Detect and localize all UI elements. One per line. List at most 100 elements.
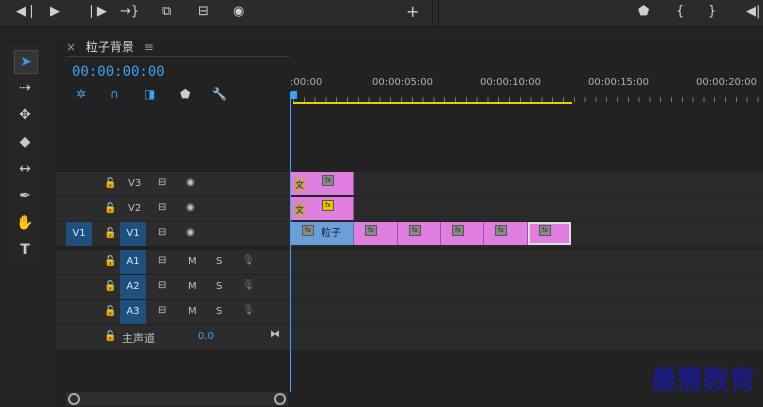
lane-master[interactable] <box>291 324 763 350</box>
clip-v1-particles[interactable]: fx 粒子 <box>291 222 354 245</box>
expand-icon[interactable]: ⧓ <box>270 329 280 340</box>
mute-button[interactable]: M <box>188 306 197 317</box>
slip-tool-icon[interactable]: ↔ <box>14 158 36 180</box>
clip-v2[interactable]: 文 fx <box>291 197 354 220</box>
selection-tool-icon[interactable]: ➤ <box>14 50 38 74</box>
fx-badge: fx <box>302 225 314 236</box>
lane-a3[interactable] <box>291 299 763 325</box>
track-target-a1[interactable]: A1 <box>120 250 146 274</box>
master-label: 主声道 <box>122 332 155 345</box>
lane-v2[interactable] <box>291 196 763 221</box>
sync-icon[interactable]: ⊟ <box>158 255 166 266</box>
hand-tool-icon[interactable]: ✋ <box>14 212 36 234</box>
lock-icon[interactable]: 🔓 <box>104 228 116 239</box>
track-select-tool-icon[interactable]: ⇢ <box>14 77 36 99</box>
mic-icon[interactable]: 🎙 <box>242 305 255 316</box>
ruler-label: 00:00:15:00 <box>588 77 650 88</box>
track-header-master: 🔓 主声道 0.0 ⧓ <box>56 325 290 349</box>
work-area-bar[interactable] <box>293 102 572 104</box>
go-to-in-icon[interactable]: ◀| <box>746 3 760 21</box>
ripple-edit-tool-icon[interactable]: ✥ <box>14 104 36 126</box>
lock-icon[interactable]: 🔓 <box>104 306 116 317</box>
track-target-a2[interactable]: A2 <box>120 275 146 299</box>
clip-v1[interactable]: fx <box>354 222 398 245</box>
panel-menu-icon[interactable]: ≡ <box>144 40 154 54</box>
mic-icon[interactable]: 🎙 <box>242 280 255 291</box>
clip-v3[interactable]: 文 fx <box>291 172 354 195</box>
step-back-icon[interactable]: ◀❘ <box>16 3 37 21</box>
eye-icon[interactable]: ◉ <box>186 202 195 213</box>
time-ruler[interactable]: :00:00 00:00:05:00 00:00:10:00 00:00:15:… <box>290 70 763 106</box>
clip-v1[interactable]: fx <box>484 222 528 245</box>
settings-wrench-icon[interactable]: 🔧 <box>212 87 227 101</box>
sync-icon[interactable]: ⊟ <box>158 227 166 238</box>
ruler-label: 00:00:05:00 <box>372 77 434 88</box>
ruler-label: :00:00 <box>290 77 323 88</box>
snap-icon[interactable]: ∩ <box>110 87 119 101</box>
scroll-handle-left[interactable] <box>68 393 80 405</box>
linked-selection-icon[interactable]: ◨ <box>144 87 155 101</box>
transport-bar: ◀❘ ▶ ❘▶ →} ⧉ ⊟ ◉ + ⬟ { } ◀| <box>0 0 763 27</box>
mark-in-icon[interactable]: { <box>676 3 684 21</box>
track-header-a1: 🔓 A1 ⊟ M S 🎙 <box>56 250 290 274</box>
playhead-line[interactable] <box>290 92 291 392</box>
type-tool-icon[interactable]: T <box>14 239 36 261</box>
mute-button[interactable]: M <box>188 256 197 267</box>
track-target-v1[interactable]: V1 <box>120 222 146 246</box>
pen-tool-icon[interactable]: ✒ <box>14 185 36 207</box>
lock-icon[interactable]: 🔓 <box>104 281 116 292</box>
sync-icon[interactable]: ⊟ <box>158 202 166 213</box>
solo-button[interactable]: S <box>216 306 222 317</box>
track-header-v1: V1 🔓 V1 ⊟ ◉ <box>56 222 290 246</box>
solo-button[interactable]: S <box>216 281 222 292</box>
clip-v1[interactable]: fx <box>441 222 484 245</box>
lock-icon[interactable]: 🔓 <box>104 203 116 214</box>
add-marker-icon[interactable]: ⬟ <box>180 87 190 101</box>
mute-button[interactable]: M <box>188 281 197 292</box>
lane-v3[interactable] <box>291 171 763 196</box>
sync-icon[interactable]: ⊟ <box>158 177 166 188</box>
solo-button[interactable]: S <box>216 256 222 267</box>
fx-badge: fx <box>409 225 421 236</box>
lock-icon[interactable]: 🔓 <box>104 331 116 342</box>
clip-v1[interactable]: fx <box>398 222 441 245</box>
eye-icon[interactable]: ◉ <box>186 177 195 188</box>
fx-badge: fx <box>539 225 551 236</box>
playhead-handle[interactable] <box>291 91 297 99</box>
razor-tool-icon[interactable]: ◆ <box>14 131 36 153</box>
fx-badge: fx <box>452 225 464 236</box>
lock-icon[interactable]: 🔓 <box>104 256 116 267</box>
track-header-a3: 🔓 A3 ⊟ M S 🎙 <box>56 300 290 324</box>
lane-a2[interactable] <box>291 274 763 300</box>
play-icon[interactable]: ▶ <box>50 3 60 21</box>
fx-badge: fx <box>322 200 334 211</box>
overwrite-icon[interactable]: ⊟ <box>198 3 209 21</box>
marker-icon[interactable]: ⬟ <box>638 3 649 21</box>
sequence-title: 粒子背景 <box>85 40 134 54</box>
go-to-out-icon[interactable]: →} <box>120 3 139 21</box>
lane-a1[interactable] <box>291 249 763 275</box>
mark-out-icon[interactable]: } <box>708 3 716 21</box>
watermark: 最需教育 <box>650 366 755 396</box>
nest-icon[interactable]: ✲ <box>76 87 86 101</box>
insert-icon[interactable]: ⧉ <box>162 3 171 21</box>
source-patch-v1[interactable]: V1 <box>66 222 92 246</box>
lock-icon[interactable]: 🔓 <box>104 178 116 189</box>
step-forward-icon[interactable]: ❘▶ <box>86 3 107 21</box>
scroll-handle-right[interactable] <box>274 393 286 405</box>
eye-icon[interactable]: ◉ <box>186 227 195 238</box>
sync-icon[interactable]: ⊟ <box>158 305 166 316</box>
close-icon[interactable]: × <box>66 40 76 54</box>
sync-icon[interactable]: ⊟ <box>158 280 166 291</box>
sequence-tab[interactable]: × 粒子背景 ≡ <box>66 38 154 55</box>
playhead-timecode[interactable]: 00:00:00:00 <box>72 64 165 80</box>
add-icon[interactable]: + <box>406 3 419 21</box>
export-frame-icon[interactable]: ◉ <box>233 3 244 21</box>
master-volume[interactable]: 0.0 <box>198 331 214 342</box>
header-scrollbar[interactable] <box>66 392 288 406</box>
track-name: V3 <box>128 178 142 189</box>
track-target-a3[interactable]: A3 <box>120 300 146 324</box>
mic-icon[interactable]: 🎙 <box>242 255 255 266</box>
clip-v1-selected[interactable]: fx <box>528 222 571 245</box>
fx-badge: fx <box>365 225 377 236</box>
